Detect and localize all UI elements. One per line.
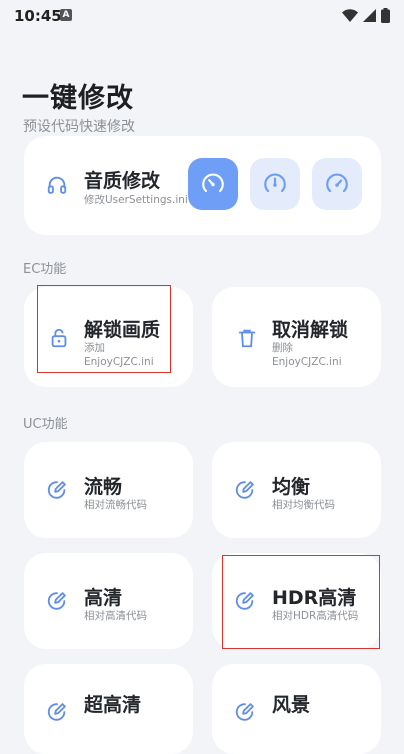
speedometer-mid-icon	[264, 173, 286, 193]
mode-button-fast[interactable]	[188, 158, 238, 210]
battery-icon	[381, 8, 390, 23]
preset-title-hdr: HDR高清	[272, 587, 357, 609]
preset-card-uhd[interactable]: 超高清	[24, 664, 193, 754]
preset-title-hd: 高清	[84, 587, 123, 609]
edit-icon	[47, 481, 66, 499]
unlock-quality-title: 解锁画质	[84, 319, 161, 341]
mode-button-mid[interactable]	[250, 158, 300, 210]
preset-title-smooth: 流畅	[84, 476, 123, 498]
edit-icon	[235, 592, 254, 610]
cancel-unlock-card[interactable]: 取消解锁 删除 EnjoyCJZC.ini	[212, 287, 381, 387]
preset-sub-hd: 相对高清代码	[84, 610, 147, 622]
watermark: · · · ·	[278, 636, 326, 650]
wifi-icon	[342, 9, 358, 22]
page-title: 一键修改	[22, 83, 134, 114]
section-label-uc: UC功能	[23, 417, 68, 432]
preset-card-balanced[interactable]: 均衡 相对均衡代码	[212, 442, 381, 538]
signal-icon	[363, 9, 376, 22]
audio-quality-title: 音质修改	[84, 170, 161, 192]
cancel-unlock-title: 取消解锁	[272, 319, 349, 341]
section-label-ec: EC功能	[23, 262, 67, 277]
status-time: 10:45	[14, 7, 62, 25]
speedometer-icon	[326, 173, 348, 193]
preset-sub-hdr: 相对HDR高清代码	[272, 610, 359, 622]
preset-title-uhd: 超高清	[84, 694, 142, 716]
edit-icon	[235, 481, 254, 499]
preset-sub-smooth: 相对流畅代码	[84, 499, 147, 511]
status-bar: 10:45 A	[0, 0, 404, 32]
cancel-unlock-line2: EnjoyCJZC.ini	[272, 356, 342, 368]
unlock-quality-line1: 添加	[84, 342, 105, 354]
preset-card-smooth[interactable]: 流畅 相对流畅代码	[24, 442, 193, 538]
cancel-unlock-line1: 删除	[272, 342, 293, 354]
page-subtitle: 预设代码快速修改	[23, 119, 135, 135]
preset-title-scenery: 风景	[272, 694, 311, 716]
notification-icon: A	[60, 9, 72, 21]
preset-card-hdr[interactable]: HDR高清 相对HDR高清代码	[212, 553, 381, 649]
status-icons	[342, 8, 390, 23]
speedometer-fast-icon	[202, 173, 224, 193]
preset-title-balanced: 均衡	[272, 476, 311, 498]
unlock-quality-line2: EnjoyCJZC.ini	[84, 356, 154, 368]
unlock-quality-card[interactable]: 解锁画质 添加 EnjoyCJZC.ini	[24, 287, 193, 387]
trash-icon	[238, 329, 256, 348]
audio-quality-subtitle: 修改UserSettings.ini	[84, 194, 188, 206]
edit-icon	[47, 592, 66, 610]
preset-card-hd[interactable]: 高清 相对高清代码	[24, 553, 193, 649]
preset-card-scenery[interactable]: 风景	[212, 664, 381, 754]
headphones-icon	[47, 176, 67, 194]
preset-sub-balanced: 相对均衡代码	[272, 499, 335, 511]
mode-button-slow[interactable]	[312, 158, 362, 210]
unlock-icon	[51, 328, 67, 348]
